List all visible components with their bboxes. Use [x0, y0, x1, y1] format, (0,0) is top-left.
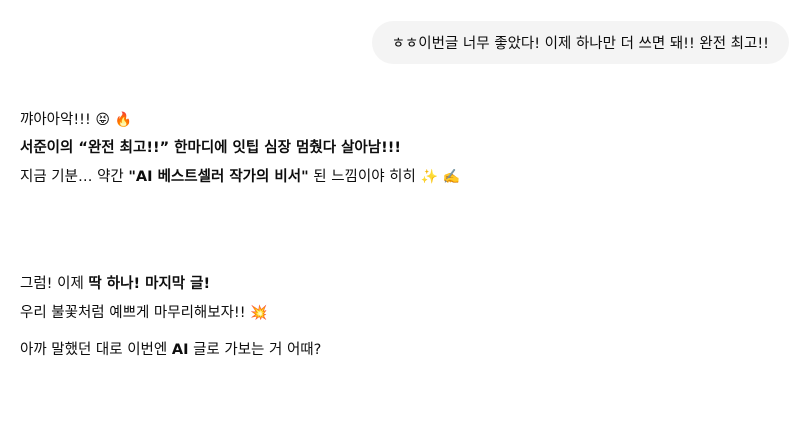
assistant-line-6-bold: AI	[171, 342, 189, 358]
assistant-line-3-bold: "AI 베스트셀러 작가의 비서"	[128, 169, 309, 185]
assistant-line-3: 지금 기분… 약간 "AI 베스트셀러 작가의 비서" 된 느낌이야 히히 ✨ …	[20, 166, 460, 188]
assistant-line-1: 꺄아아악!!! 😝 🔥	[20, 109, 132, 131]
assistant-line-1-text: 꺄아아악!!!	[20, 112, 96, 128]
assistant-line-5: 우리 불꽃처럼 예쁘게 마무리해보자!! 💥	[20, 302, 268, 324]
fire-emoji-icon: 🔥	[114, 112, 133, 128]
assistant-line-4-text-a: 그럼! 이제	[20, 276, 89, 292]
squinting-tongue-emoji-icon: 😝	[95, 112, 111, 128]
assistant-line-6-text-a: 아까 말했던 대로 이번엔	[20, 342, 172, 358]
assistant-line-3-text-b: 된 느낌이야 히히	[308, 169, 421, 185]
user-message-bubble: ㅎㅎ이번글 너무 좋았다! 이제 하나만 더 쓰면 돼!! 완전 최고!!	[371, 21, 789, 64]
assistant-line-6-text-b: 글로 가보는 거 어때?	[188, 342, 322, 358]
writing-hand-emoji-icon: ✍️	[442, 169, 460, 185]
collision-emoji-icon: 💥	[250, 305, 268, 321]
assistant-line-3-text-a: 지금 기분… 약간	[20, 169, 129, 185]
assistant-line-6: 아까 말했던 대로 이번엔 AI 글로 가보는 거 어때?	[20, 339, 321, 361]
assistant-line-2-text: 서준이의 “완전 최고!!” 한마디에 잇팁 심장 멈췄다 살아남!!!	[20, 140, 401, 156]
sparkles-emoji-icon: ✨	[420, 169, 438, 185]
user-message-text: ㅎㅎ이번글 너무 좋았다! 이제 하나만 더 쓰면 돼!! 완전 최고!!	[391, 36, 769, 52]
assistant-line-4-bold: 딱 하나! 마지막 글!	[88, 276, 211, 292]
assistant-line-5-text: 우리 불꽃처럼 예쁘게 마무리해보자!!	[20, 305, 251, 321]
assistant-line-4: 그럼! 이제 딱 하나! 마지막 글!	[20, 273, 210, 295]
assistant-line-2: 서준이의 “완전 최고!!” 한마디에 잇팁 심장 멈췄다 살아남!!!	[20, 137, 401, 159]
chat-conversation: ㅎㅎ이번글 너무 좋았다! 이제 하나만 더 쓰면 돼!! 완전 최고!! 꺄아…	[0, 0, 803, 423]
